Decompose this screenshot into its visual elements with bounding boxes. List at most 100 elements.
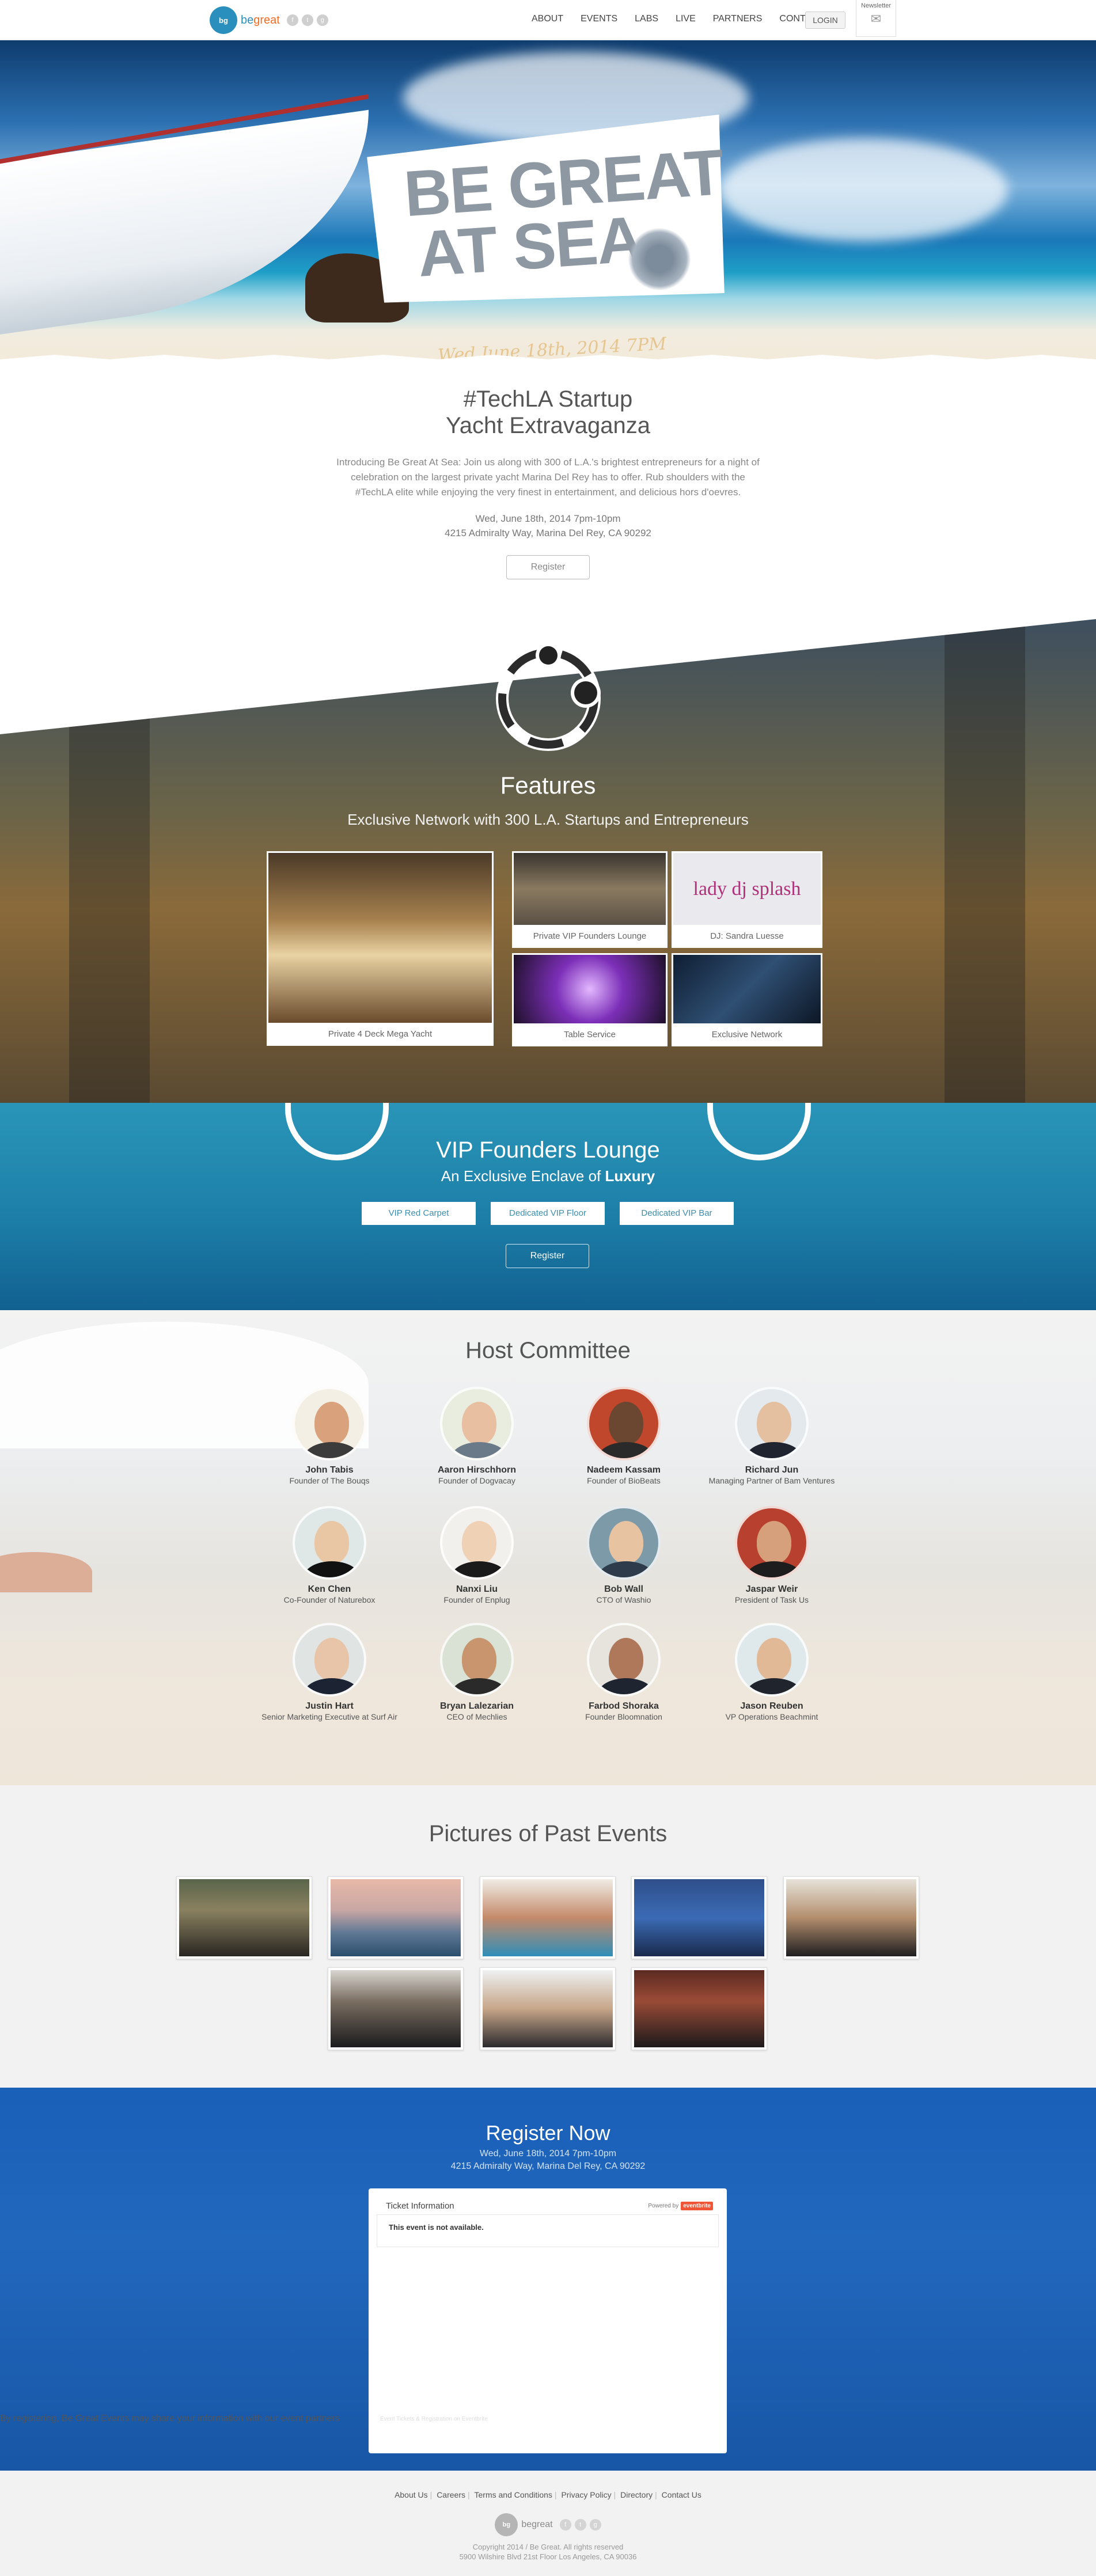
event-photo-image xyxy=(179,1879,309,1956)
feature-card[interactable]: Table Service xyxy=(512,953,668,1046)
login-button[interactable]: LOGIN xyxy=(805,12,845,29)
twitter-icon[interactable]: t xyxy=(574,2519,586,2531)
event-photo[interactable] xyxy=(631,1967,767,2050)
member-photo xyxy=(735,1623,809,1697)
footer-links: About Us | Careers | Terms and Conditions |… xyxy=(0,2490,1096,2499)
feature-card[interactable]: Private 4 Deck Mega Yacht xyxy=(267,851,494,1046)
facebook-icon[interactable]: f xyxy=(286,14,298,26)
feature-caption: Private VIP Founders Lounge xyxy=(533,931,647,941)
host-member[interactable]: Bryan Lalezarian CEO of Mechlies xyxy=(408,1623,546,1722)
google-plus-icon[interactable]: g xyxy=(316,14,328,26)
event-title-line2: Yacht Extravaganza xyxy=(445,413,651,438)
member-photo xyxy=(440,1387,514,1460)
feature-card[interactable]: Private VIP Founders Lounge xyxy=(512,851,668,948)
host-committee-section: Host Committee xyxy=(0,1310,1096,1785)
host-member[interactable]: Richard Jun Managing Partner of Bam Ventu… xyxy=(703,1387,841,1486)
menu-item-live[interactable]: LIVE xyxy=(667,14,704,24)
host-member[interactable]: Nadeem Kassam Founder of BioBeats xyxy=(555,1387,693,1486)
event-photo[interactable] xyxy=(328,1967,464,2050)
host-member[interactable]: Ken Chen Co-Founder of Naturebox xyxy=(260,1506,399,1605)
newsletter-label: Newsletter xyxy=(861,2,891,9)
member-photo xyxy=(293,1623,366,1697)
register-details: Wed, June 18th, 2014 7pm-10pm 4215 Admir… xyxy=(0,2148,1096,2173)
register-title: Register Now xyxy=(486,2121,610,2145)
register-address: 4215 Admiralty Way, Marina Del Rey, CA 9… xyxy=(450,2161,646,2171)
event-details: Wed, June 18th, 2014 7pm-10pm 4215 Admir… xyxy=(0,511,1096,540)
eventbrite-logo[interactable]: eventbrite xyxy=(681,2202,713,2210)
member-name: Farbod Shoraka xyxy=(589,1701,659,1711)
twitter-icon[interactable]: t xyxy=(301,14,313,26)
member-role: Senior Marketing Executive at Surf Air xyxy=(261,1712,397,1721)
powered-by-label: Powered by xyxy=(648,2203,679,2209)
event-photo[interactable] xyxy=(783,1876,919,1959)
member-name: Aaron Hirschhorn xyxy=(437,1465,516,1475)
member-photo xyxy=(735,1387,809,1460)
footer-link-careers[interactable]: Careers xyxy=(434,2490,468,2499)
member-photo xyxy=(440,1623,514,1697)
features-ring-icon xyxy=(496,643,601,751)
member-photo xyxy=(587,1506,661,1580)
host-member[interactable]: Aaron Hirschhorn Founder of Dogvacay xyxy=(408,1387,546,1486)
vip-title: VIP Founders Lounge xyxy=(436,1137,660,1163)
member-role: Founder of The Bouqs xyxy=(289,1476,370,1485)
event-photo[interactable] xyxy=(176,1876,312,1959)
newsletter-button[interactable]: Newsletter ✉ xyxy=(856,0,896,37)
member-name: Jaspar Weir xyxy=(745,1584,798,1594)
vip-perk: VIP Red Carpet xyxy=(362,1202,476,1225)
member-photo xyxy=(587,1623,661,1697)
event-photo-image xyxy=(634,1879,764,1956)
vip-perk: Dedicated VIP Floor xyxy=(491,1202,605,1225)
vip-subtitle-text: An Exclusive Enclave of xyxy=(441,1167,601,1185)
ticket-message: This event is not available. xyxy=(377,2215,719,2247)
powered-by: Powered by eventbrite xyxy=(648,2202,719,2210)
member-photo xyxy=(587,1387,661,1460)
logo-mark-icon: bg xyxy=(210,6,237,34)
member-role: CEO of Mechlies xyxy=(446,1712,507,1721)
host-member[interactable]: John Tabis Founder of The Bouqs xyxy=(260,1387,399,1486)
event-photo[interactable] xyxy=(328,1876,464,1959)
host-member[interactable]: Jaspar Weir President of Task Us xyxy=(703,1506,841,1605)
menu-item-events[interactable]: EVENTS xyxy=(572,14,626,24)
member-name: Ken Chen xyxy=(308,1584,351,1594)
event-photo[interactable] xyxy=(480,1876,616,1959)
site-logo[interactable]: bg begreat f t g xyxy=(210,6,328,34)
host-member[interactable]: Jason Reuben VP Operations Beachmint xyxy=(703,1623,841,1722)
footer-link-about[interactable]: About Us xyxy=(392,2490,430,2499)
features-subtitle: Exclusive Network with 300 L.A. Startups… xyxy=(347,811,749,828)
host-member[interactable]: Justin Hart Senior Marketing Executive at… xyxy=(260,1623,399,1722)
footer-link-privacy[interactable]: Privacy Policy xyxy=(559,2490,613,2499)
vip-register-button[interactable]: Register xyxy=(506,1244,589,1268)
facebook-icon[interactable]: f xyxy=(559,2519,571,2531)
event-photo-image xyxy=(786,1879,916,1956)
footer-link-terms[interactable]: Terms and Conditions xyxy=(472,2490,555,2499)
footer-logo-mark-icon: bg xyxy=(495,2513,518,2536)
top-nav: bg begreat f t g ABOUT EVENTS LABS LIVE … xyxy=(0,0,1096,40)
footer-link-directory[interactable]: Directory xyxy=(618,2490,655,2499)
footer-logo[interactable]: bg begreat f t g xyxy=(0,2513,1096,2536)
event-photo-image xyxy=(634,1970,764,2047)
event-photo[interactable] xyxy=(631,1876,767,1959)
member-role: Founder Bloomnation xyxy=(585,1712,662,1721)
vip-subtitle-bold: Luxury xyxy=(605,1167,655,1185)
feature-caption: Table Service xyxy=(563,1030,616,1039)
register-button[interactable]: Register xyxy=(506,555,590,579)
event-photo-image xyxy=(331,1970,461,2047)
host-member[interactable]: Nanxi Liu Founder of Enplug xyxy=(408,1506,546,1605)
intro-section: #TechLA Startup Yacht Extravaganza Intro… xyxy=(0,386,1096,579)
event-description: Introducing Be Great At Sea: Join us alo… xyxy=(336,457,760,498)
event-title: #TechLA Startup Yacht Extravaganza xyxy=(0,386,1096,439)
host-member[interactable]: Bob Wall CTO of Washio xyxy=(555,1506,693,1605)
feature-card[interactable]: Exclusive Network xyxy=(672,953,822,1046)
footer-address: 5900 Wilshire Blvd 21st Floor Los Angele… xyxy=(459,2552,637,2561)
social-icons: f t g xyxy=(286,14,328,26)
menu-item-labs[interactable]: LABS xyxy=(626,14,667,24)
member-role: President of Task Us xyxy=(734,1595,809,1604)
host-member[interactable]: Farbod Shoraka Founder Bloomnation xyxy=(555,1623,693,1722)
menu-item-partners[interactable]: PARTNERS xyxy=(704,14,771,24)
member-role: Managing Partner of Bam Ventures xyxy=(708,1476,835,1485)
menu-item-about[interactable]: ABOUT xyxy=(523,14,572,24)
feature-card[interactable]: lady dj splash DJ: Sandra Luesse xyxy=(672,851,822,948)
footer-link-contact[interactable]: Contact Us xyxy=(659,2490,704,2499)
google-plus-icon[interactable]: g xyxy=(589,2519,601,2531)
event-photo[interactable] xyxy=(480,1967,616,2050)
